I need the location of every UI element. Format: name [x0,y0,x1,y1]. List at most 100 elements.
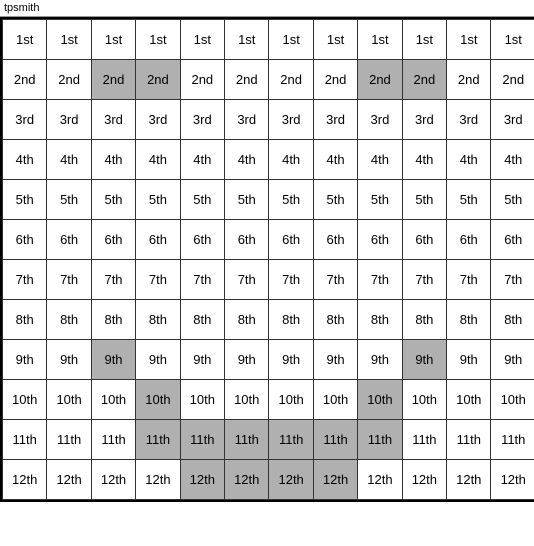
table-cell: 3rd [91,100,135,140]
table-cell: 8th [91,300,135,340]
table-cell: 12th [447,460,491,500]
table-cell: 11th [91,420,135,460]
table-cell: 12th [358,460,402,500]
table-cell: 10th [3,380,47,420]
table-cell: 3rd [491,100,534,140]
table-row: 12th12th12th12th12th12th12th12th12th12th… [3,460,534,500]
table-cell: 8th [136,300,180,340]
table-cell: 1st [3,20,47,60]
table-cell: 10th [269,380,313,420]
table-row: 10th10th10th10th10th10th10th10th10th10th… [3,380,534,420]
table-cell: 9th [47,340,91,380]
table-cell: 2nd [313,60,357,100]
table-cell: 12th [269,460,313,500]
table-cell: 3rd [47,100,91,140]
table-cell: 1st [47,20,91,60]
table-cell: 5th [180,180,224,220]
table-cell: 8th [358,300,402,340]
table-cell: 6th [358,220,402,260]
table-cell: 5th [358,180,402,220]
table-cell: 5th [447,180,491,220]
table-cell: 4th [358,140,402,180]
table-cell: 4th [402,140,446,180]
table-cell: 9th [91,340,135,380]
table-cell: 9th [3,340,47,380]
table-cell: 4th [136,140,180,180]
table-cell: 11th [269,420,313,460]
table-cell: 8th [491,300,534,340]
table-cell: 3rd [180,100,224,140]
table-cell: 2nd [180,60,224,100]
table-cell: 2nd [225,60,269,100]
table-cell: 8th [402,300,446,340]
table-cell: 11th [313,420,357,460]
table-row: 1st1st1st1st1st1st1st1st1st1st1st1st [3,20,534,60]
title-bar: tpsmith [0,0,534,17]
table-cell: 8th [3,300,47,340]
table-cell: 8th [225,300,269,340]
table-row: 6th6th6th6th6th6th6th6th6th6th6th6th [3,220,534,260]
table-cell: 3rd [402,100,446,140]
table-cell: 5th [402,180,446,220]
table-cell: 7th [47,260,91,300]
table-row: 7th7th7th7th7th7th7th7th7th7th7th7th [3,260,534,300]
table-cell: 9th [402,340,446,380]
table-cell: 3rd [447,100,491,140]
table-row: 8th8th8th8th8th8th8th8th8th8th8th8th [3,300,534,340]
table-cell: 3rd [269,100,313,140]
table-cell: 10th [491,380,534,420]
table-row: 5th5th5th5th5th5th5th5th5th5th5th5th [3,180,534,220]
table-cell: 10th [91,380,135,420]
table-cell: 2nd [91,60,135,100]
table-cell: 12th [47,460,91,500]
table-cell: 2nd [136,60,180,100]
table-cell: 1st [358,20,402,60]
table-cell: 10th [313,380,357,420]
table-cell: 10th [402,380,446,420]
table-cell: 2nd [47,60,91,100]
table-cell: 3rd [3,100,47,140]
table-cell: 6th [447,220,491,260]
table-cell: 1st [180,20,224,60]
table-cell: 5th [3,180,47,220]
table-cell: 12th [180,460,224,500]
grid-container: 1st1st1st1st1st1st1st1st1st1st1st1st2nd2… [0,17,534,502]
table-cell: 10th [225,380,269,420]
table-cell: 8th [313,300,357,340]
table-cell: 5th [225,180,269,220]
table-cell: 7th [402,260,446,300]
table-cell: 10th [47,380,91,420]
table-cell: 2nd [269,60,313,100]
table-cell: 4th [91,140,135,180]
table-cell: 8th [180,300,224,340]
table-cell: 7th [358,260,402,300]
table-cell: 6th [3,220,47,260]
table-cell: 7th [180,260,224,300]
table-cell: 4th [47,140,91,180]
table-cell: 1st [491,20,534,60]
table-cell: 5th [313,180,357,220]
app-title: tpsmith [4,2,39,14]
table-cell: 10th [447,380,491,420]
table-cell: 6th [402,220,446,260]
table-cell: 2nd [402,60,446,100]
table-cell: 9th [358,340,402,380]
table-cell: 11th [402,420,446,460]
table-cell: 5th [91,180,135,220]
table-cell: 6th [136,220,180,260]
table-cell: 8th [47,300,91,340]
table-cell: 5th [136,180,180,220]
table-cell: 4th [225,140,269,180]
table-cell: 11th [225,420,269,460]
table-cell: 7th [269,260,313,300]
table-cell: 1st [269,20,313,60]
table-cell: 6th [47,220,91,260]
table-cell: 9th [136,340,180,380]
table-cell: 7th [491,260,534,300]
table-cell: 11th [180,420,224,460]
table-cell: 8th [447,300,491,340]
table-cell: 4th [3,140,47,180]
table-cell: 5th [491,180,534,220]
table-cell: 12th [402,460,446,500]
table-row: 3rd3rd3rd3rd3rd3rd3rd3rd3rd3rd3rd3rd [3,100,534,140]
